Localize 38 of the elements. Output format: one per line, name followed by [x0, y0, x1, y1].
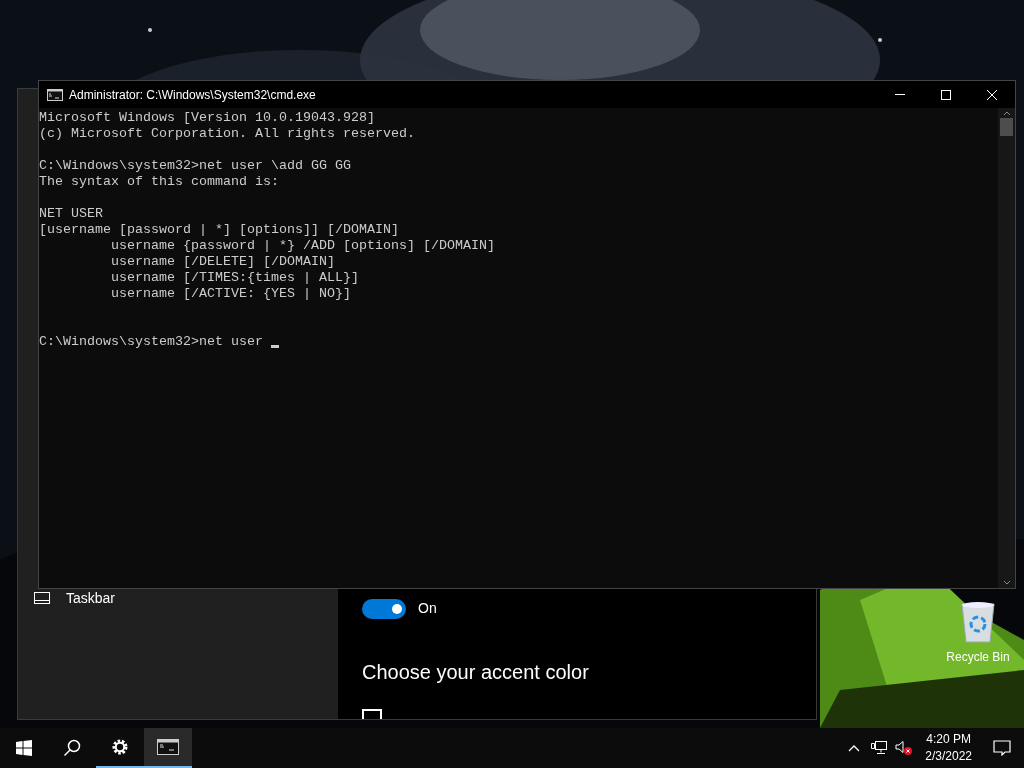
taskbar-icon — [34, 592, 50, 604]
nav-item[interactable]: Taskbar — [18, 585, 338, 611]
chevron-up-icon[interactable] — [848, 744, 861, 752]
clock-date: 2/3/2022 — [925, 748, 972, 765]
console-line: NET USER — [39, 206, 103, 222]
console-line: (c) Microsoft Corporation. All rights reserved. — [39, 126, 415, 142]
muted-speaker-icon[interactable] — [895, 740, 914, 756]
scroll-up-icon[interactable] — [1002, 110, 1011, 116]
toggle-label: On — [418, 599, 437, 618]
speech-bubble-icon — [993, 740, 1011, 756]
console-line: username [/DELETE] [/DOMAIN] — [109, 254, 335, 270]
window-title: Administrator: C:\Windows\System32\cmd.exe — [69, 86, 316, 104]
gear-icon — [110, 737, 130, 757]
scrollbar[interactable] — [998, 108, 1015, 588]
console-icon — [157, 739, 179, 755]
console-prompt: C:\Windows\system32>net user — [39, 334, 264, 350]
console-line: username {password | *} /ADD [options] [/DOMAIN] — [109, 238, 495, 254]
minimize-icon — [895, 94, 905, 95]
console-line: Microsoft Windows [Version 10.0.19043.928] — [39, 110, 375, 126]
console-line: The syntax of this command is: — [39, 174, 279, 190]
toggle-switch[interactable] — [362, 598, 406, 619]
console-line: [username [password | *] [options]] [/DOMAIN] — [39, 222, 399, 238]
clock[interactable]: 4:20 PM 2/3/2022 — [925, 731, 972, 765]
console-line: C:\Windows\system32>net user \add GG GG — [39, 158, 351, 174]
console-line: username [/ACTIVE: {YES | NO}] — [109, 286, 351, 302]
checkbox[interactable] — [362, 709, 382, 719]
taskbar-app[interactable] — [144, 728, 192, 768]
network-icon[interactable] — [871, 741, 888, 755]
maximize-icon — [941, 89, 951, 100]
scroll-thumb[interactable] — [1000, 118, 1013, 136]
close-icon — [987, 89, 997, 100]
console-icon — [47, 88, 63, 101]
clock-time: 4:20 PM — [926, 731, 971, 748]
search-icon — [63, 739, 81, 757]
console-line: username [/TIMES:{times | ALL}] — [109, 270, 359, 286]
windows-logo-icon — [16, 740, 32, 756]
section-heading: Choose your accent color — [362, 660, 590, 685]
scroll-down-icon[interactable] — [1002, 580, 1011, 586]
